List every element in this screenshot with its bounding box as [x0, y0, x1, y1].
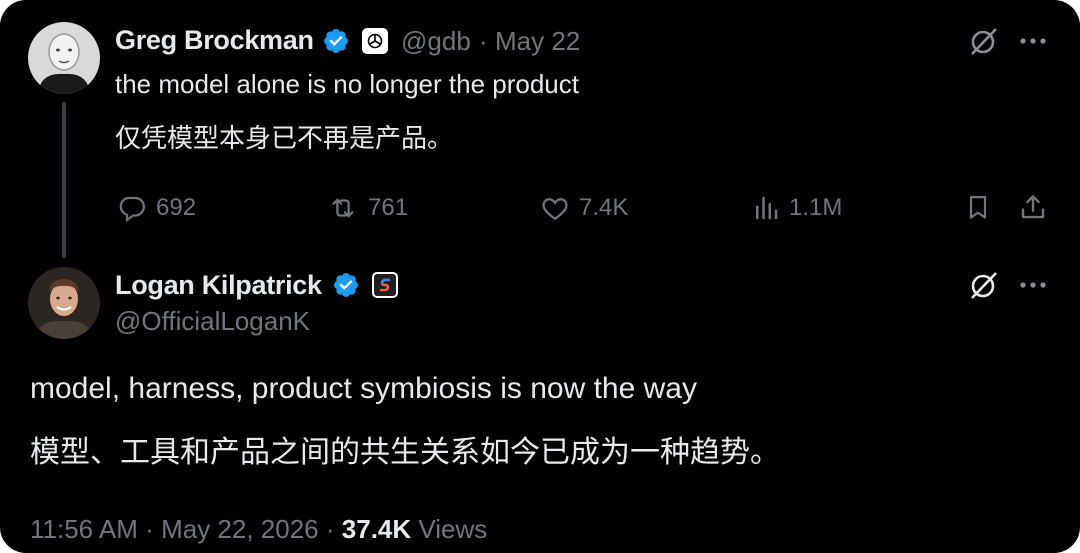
heart-icon [542, 198, 568, 220]
views-count: 1.1M [789, 194, 843, 221]
header-separator: · [479, 26, 488, 56]
author-handle[interactable]: @OfficialLoganK [115, 306, 310, 337]
meta-separator: · [145, 514, 154, 544]
more-options-icon[interactable] [1016, 268, 1050, 302]
views-label: Views [418, 514, 488, 544]
thread-connector [62, 102, 66, 258]
verified-badge-icon [324, 29, 348, 53]
views-total[interactable]: 37.4K [342, 514, 411, 544]
meta-separator: · [325, 514, 335, 544]
more-options-icon[interactable] [1016, 24, 1050, 58]
google-ai-studio-icon[interactable] [372, 272, 398, 298]
tweet-full-date[interactable]: May 22, 2026 [161, 514, 319, 544]
repost-count: 761 [368, 194, 409, 221]
author-name[interactable]: Logan Kilpatrick [115, 270, 322, 301]
like-count: 7.4K [579, 194, 629, 221]
views-button[interactable]: 1.1M [751, 190, 842, 226]
repost-button[interactable]: 761 [326, 190, 408, 226]
analytics-icon [756, 196, 778, 220]
tweet-card: Greg Brockman @gdb · May 22 the model al… [0, 0, 1080, 553]
avatar-logan[interactable] [28, 267, 100, 339]
repost-icon [332, 198, 354, 218]
tweet-text-en: model, harness, product symbiosis is now… [30, 372, 697, 405]
bookmark-icon[interactable] [961, 190, 995, 224]
tweet-time[interactable]: 11:56 AM [30, 514, 138, 544]
openai-logo-icon[interactable] [362, 28, 388, 54]
like-button[interactable]: 7.4K [539, 190, 628, 226]
author-name[interactable]: Greg Brockman [115, 25, 314, 56]
share-icon[interactable] [1016, 190, 1050, 224]
tweet-date[interactable]: May 22 [495, 26, 580, 57]
tweet-text-zh: 仅凭模型本身已不再是产品。 [115, 123, 454, 153]
reply-button[interactable]: 692 [116, 190, 196, 226]
avatar-greg[interactable] [28, 22, 100, 94]
tweet-text-en: the model alone is no longer the product [115, 69, 579, 99]
reply-icon [119, 196, 146, 223]
author-handle[interactable]: @gdb [401, 26, 471, 57]
tweet-text-zh: 模型、工具和产品之间的共生关系如今已成为一种趋势。 [30, 436, 780, 469]
reply-count: 692 [156, 194, 197, 221]
grok-icon[interactable] [967, 268, 1001, 302]
tweet-meta: 11:56 AM · May 22, 2026 · 37.4K Views [30, 514, 487, 545]
verified-badge-icon [334, 273, 358, 297]
grok-icon[interactable] [967, 24, 1001, 58]
